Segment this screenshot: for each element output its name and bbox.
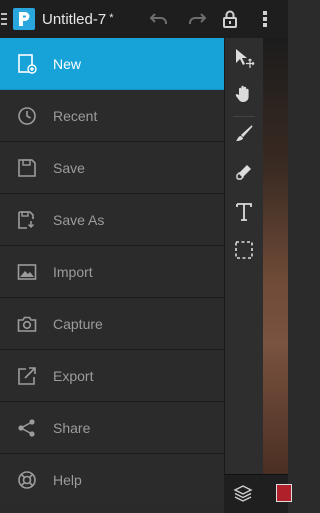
help-lifebuoy-icon bbox=[16, 469, 38, 491]
redo-icon bbox=[189, 13, 207, 24]
menu-item-label: Recent bbox=[53, 107, 98, 124]
menu-item-label: Share bbox=[53, 419, 91, 436]
move-tool-button[interactable] bbox=[225, 42, 263, 74]
brush-tool-button[interactable] bbox=[225, 118, 263, 150]
camera-icon bbox=[16, 313, 38, 335]
move-tool-icon bbox=[236, 49, 255, 68]
menu-item-label: Help bbox=[53, 471, 82, 488]
selection-tool-button[interactable] bbox=[225, 234, 263, 266]
lock-icon bbox=[223, 10, 237, 28]
app-logo[interactable] bbox=[13, 8, 35, 30]
menu-item-import[interactable]: Import bbox=[0, 246, 224, 298]
clock-icon bbox=[16, 105, 38, 127]
menu-item-capture[interactable]: Capture bbox=[0, 298, 224, 350]
action-bar: Untitled-7 * bbox=[0, 0, 288, 39]
menu-item-export[interactable]: Export bbox=[0, 350, 224, 402]
menu-item-share[interactable]: Share bbox=[0, 402, 224, 454]
eraser-tool-button[interactable] bbox=[225, 156, 263, 188]
lock-button[interactable] bbox=[213, 0, 247, 38]
unsaved-indicator: * bbox=[109, 12, 114, 24]
menu-item-save-as[interactable]: Save As bbox=[0, 194, 224, 246]
menu-item-label: Export bbox=[53, 367, 94, 384]
layer-thumbnail[interactable] bbox=[276, 484, 292, 502]
share-icon bbox=[16, 417, 38, 439]
menu-item-label: Save bbox=[53, 159, 85, 176]
undo-icon bbox=[149, 13, 167, 24]
overflow-menu-icon bbox=[263, 11, 267, 27]
new-document-icon bbox=[16, 53, 38, 75]
brush-tool-icon bbox=[236, 125, 253, 141]
menu-item-label: Save As bbox=[53, 211, 105, 228]
redo-button[interactable] bbox=[180, 0, 214, 38]
canvas-area[interactable] bbox=[263, 38, 288, 474]
menu-item-label: Capture bbox=[53, 315, 103, 332]
menu-item-label: Import bbox=[53, 263, 93, 280]
menu-item-new[interactable]: New bbox=[0, 38, 224, 90]
tool-rail bbox=[224, 38, 263, 474]
navigation-drawer: New Recent Save Save As Import Capture E… bbox=[0, 38, 224, 512]
image-import-icon bbox=[16, 261, 38, 283]
selection-tool-icon bbox=[235, 241, 253, 259]
layers-icon bbox=[233, 485, 253, 502]
menu-item-save[interactable]: Save bbox=[0, 142, 224, 194]
hamburger-icon[interactable] bbox=[0, 0, 10, 38]
undo-button[interactable] bbox=[142, 0, 176, 38]
menu-item-label: New bbox=[53, 55, 82, 72]
menu-item-recent[interactable]: Recent bbox=[0, 90, 224, 142]
document-title: Untitled-7 bbox=[42, 10, 107, 28]
eraser-tool-icon bbox=[236, 165, 251, 180]
menu-item-help[interactable]: Help bbox=[0, 454, 224, 505]
overflow-menu-button[interactable] bbox=[248, 0, 282, 38]
save-icon bbox=[16, 157, 38, 179]
export-icon bbox=[16, 365, 38, 387]
text-tool-button[interactable] bbox=[225, 196, 263, 228]
save-as-icon bbox=[16, 209, 38, 231]
layers-button[interactable] bbox=[232, 483, 254, 505]
text-tool-icon bbox=[236, 203, 252, 221]
hand-tool-icon bbox=[235, 85, 249, 102]
hand-tool-button[interactable] bbox=[225, 78, 263, 110]
